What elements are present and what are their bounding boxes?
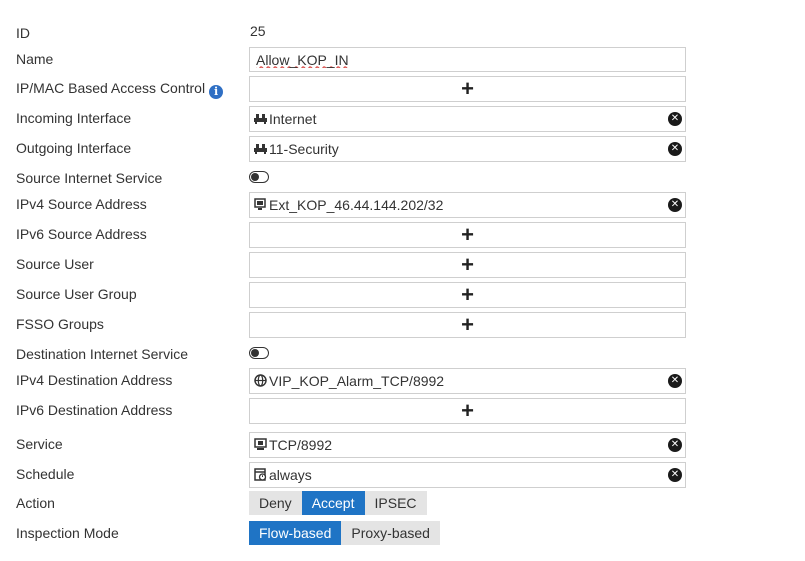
ipv4-source-value: Ext_KOP_46.44.144.202/32 — [269, 197, 444, 213]
source-user-group-add-field[interactable]: + — [249, 282, 686, 308]
incoming-interface-field[interactable]: Internet ✕ — [249, 106, 686, 132]
action-label: Action — [16, 495, 55, 511]
ipv4-source-label: IPv4 Source Address — [16, 196, 147, 212]
remove-icon[interactable]: ✕ — [668, 198, 682, 212]
id-value: 25 — [250, 23, 266, 39]
service-field[interactable]: TCP/8992 ✕ — [249, 432, 686, 458]
schedule-icon — [254, 468, 267, 481]
action-segmented-control: Deny Accept IPSEC — [249, 491, 427, 515]
outgoing-interface-field[interactable]: 11-Security ✕ — [249, 136, 686, 162]
incoming-interface-label: Incoming Interface — [16, 110, 132, 126]
plus-icon: + — [461, 282, 474, 307]
remove-icon[interactable]: ✕ — [668, 112, 682, 126]
plus-icon: + — [461, 76, 474, 101]
inspection-mode-label: Inspection Mode — [16, 525, 119, 541]
source-user-group-label: Source User Group — [16, 286, 137, 302]
outgoing-interface-label: Outgoing Interface — [16, 140, 132, 156]
remove-icon[interactable]: ✕ — [668, 468, 682, 482]
outgoing-interface-value: 11-Security — [269, 141, 339, 157]
source-user-label: Source User — [16, 256, 94, 272]
toggle-knob — [251, 173, 259, 181]
fsso-groups-label: FSSO Groups — [16, 316, 104, 332]
inspection-mode-segmented-control: Flow-based Proxy-based — [249, 521, 440, 545]
service-label: Service — [16, 436, 63, 452]
ipmac-label: IP/MAC Based Access Control i — [16, 79, 224, 99]
source-internet-service-toggle[interactable] — [249, 171, 269, 183]
inspection-option-proxy-based[interactable]: Proxy-based — [341, 521, 440, 545]
ipv4-source-field[interactable]: Ext_KOP_46.44.144.202/32 ✕ — [249, 192, 686, 218]
address-object-icon — [254, 198, 266, 210]
action-option-ipsec[interactable]: IPSEC — [364, 491, 427, 515]
network-interface-icon — [254, 114, 267, 124]
schedule-field[interactable]: always ✕ — [249, 462, 686, 488]
ipv6-source-add-field[interactable]: + — [249, 222, 686, 248]
source-user-add-field[interactable]: + — [249, 252, 686, 278]
network-interface-icon — [254, 144, 267, 154]
info-icon[interactable]: i — [209, 85, 224, 99]
schedule-value: always — [269, 467, 312, 483]
service-icon — [254, 438, 267, 450]
plus-icon: + — [461, 398, 474, 423]
remove-icon[interactable]: ✕ — [668, 438, 682, 452]
plus-icon: + — [461, 312, 474, 337]
action-option-deny[interactable]: Deny — [249, 491, 302, 515]
inspection-option-flow-based[interactable]: Flow-based — [249, 521, 342, 545]
id-label: ID — [16, 25, 30, 41]
incoming-interface-value: Internet — [269, 111, 317, 127]
destination-internet-service-toggle[interactable] — [249, 347, 269, 359]
service-value: TCP/8992 — [269, 437, 333, 453]
destination-internet-service-label: Destination Internet Service — [16, 346, 188, 362]
ipv6-source-label: IPv6 Source Address — [16, 226, 147, 242]
action-option-accept[interactable]: Accept — [301, 491, 365, 515]
name-input[interactable] — [249, 47, 686, 72]
ipmac-label-text: IP/MAC Based Access Control — [16, 80, 206, 96]
ipmac-add-field[interactable]: + — [249, 76, 686, 102]
fsso-groups-add-field[interactable]: + — [249, 312, 686, 338]
ipv6-destination-label: IPv6 Destination Address — [16, 402, 173, 418]
ipv4-destination-value: VIP_KOP_Alarm_TCP/8992 — [269, 373, 445, 389]
ipv4-destination-label: IPv4 Destination Address — [16, 372, 173, 388]
toggle-knob — [251, 349, 259, 357]
ipv4-destination-field[interactable]: VIP_KOP_Alarm_TCP/8992 ✕ — [249, 368, 686, 394]
remove-icon[interactable]: ✕ — [668, 374, 682, 388]
name-label: Name — [16, 51, 54, 67]
plus-icon: + — [461, 222, 474, 247]
remove-icon[interactable]: ✕ — [668, 142, 682, 156]
schedule-label: Schedule — [16, 466, 75, 482]
virtual-ip-icon — [254, 374, 267, 387]
source-internet-service-label: Source Internet Service — [16, 170, 163, 186]
plus-icon: + — [461, 252, 474, 277]
ipv6-destination-add-field[interactable]: + — [249, 398, 686, 424]
